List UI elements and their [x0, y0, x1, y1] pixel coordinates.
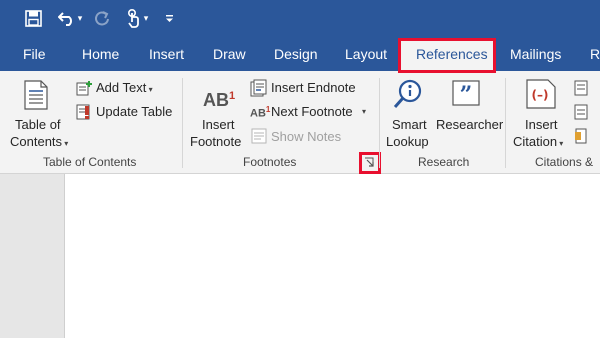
undo-button[interactable]: ▾ — [54, 5, 86, 31]
svg-text:(–): (–) — [532, 88, 549, 102]
undo-dropdown-icon[interactable]: ▾ — [78, 13, 83, 24]
tab-mailings[interactable]: Mailings — [510, 44, 561, 64]
group-separator — [379, 78, 380, 168]
insert-citation-label-line2: Citation ▾ — [513, 134, 564, 149]
researcher-label: Researcher — [436, 117, 504, 132]
document-margin — [0, 174, 65, 338]
chevron-down-icon: ▾ — [146, 85, 153, 94]
insert-endnote-icon — [250, 79, 267, 97]
update-table-label: Update Table — [96, 104, 173, 119]
add-text-icon — [76, 81, 92, 96]
customize-qat-icon — [165, 14, 173, 22]
style-icon[interactable] — [574, 104, 590, 120]
chevron-down-icon: ▾ — [557, 139, 564, 148]
update-table-icon — [76, 104, 90, 120]
tab-draw[interactable]: Draw — [213, 44, 246, 64]
toc-label-line2: Contents ▾ — [10, 134, 69, 149]
table-of-contents-group-label: Table of Contents — [43, 155, 137, 169]
document-page[interactable] — [65, 174, 600, 338]
insert-citation-icon: (–) — [526, 79, 556, 109]
touch-mode-button[interactable]: ▾ — [120, 5, 154, 31]
citations-group-label: Citations & — [535, 155, 594, 169]
next-footnote-label: Next Footnote — [271, 104, 353, 119]
research-group-label: Research — [418, 155, 470, 169]
group-separator — [182, 78, 183, 168]
smart-lookup-label-line1: Smart — [392, 117, 427, 132]
manage-sources-icon[interactable] — [574, 80, 590, 96]
tab-design[interactable]: Design — [274, 44, 318, 64]
researcher-icon: ” — [452, 80, 480, 106]
save-button[interactable] — [22, 5, 44, 31]
footnotes-dialog-launcher-icon[interactable] — [364, 157, 375, 168]
insert-footnote-label-line1: Insert — [202, 117, 235, 132]
insert-endnote-label: Insert Endnote — [271, 80, 356, 95]
tab-review[interactable]: R — [590, 44, 600, 64]
touch-mode-icon — [127, 8, 139, 28]
chevron-down-icon: ▾ — [62, 139, 69, 148]
title-bar — [0, 0, 600, 36]
touch-mode-dropdown-icon[interactable]: ▾ — [144, 13, 149, 24]
smart-lookup-label-line2: Lookup — [386, 134, 429, 149]
next-footnote-icon: AB1 — [250, 105, 271, 120]
bibliography-icon[interactable] — [574, 128, 590, 144]
insert-footnote-icon: AB1 — [203, 90, 236, 110]
show-notes-icon — [251, 128, 267, 144]
insert-footnote-label-line2: Footnote — [190, 134, 242, 149]
tab-insert[interactable]: Insert — [149, 44, 184, 64]
save-icon — [24, 9, 42, 27]
customize-qat-button[interactable] — [162, 5, 176, 31]
redo-button[interactable] — [92, 5, 112, 31]
tab-file[interactable]: File — [23, 44, 46, 64]
smart-lookup-icon — [393, 79, 422, 108]
redo-icon — [95, 11, 109, 26]
add-text-label: Add Text ▾ — [96, 80, 153, 95]
svg-text:”: ” — [460, 82, 473, 106]
table-of-contents-icon — [24, 80, 48, 110]
tab-layout[interactable]: Layout — [345, 44, 387, 64]
show-notes-label: Show Notes — [271, 129, 342, 144]
next-footnote-dropdown-icon[interactable]: ▾ — [362, 104, 366, 120]
toc-label-line1: Table of — [15, 117, 61, 132]
tab-references[interactable]: References — [416, 44, 488, 64]
footnotes-group-label: Footnotes — [243, 155, 297, 169]
tab-home[interactable]: Home — [82, 44, 119, 64]
insert-citation-label-line1: Insert — [525, 117, 558, 132]
group-separator — [505, 78, 506, 168]
undo-icon — [57, 12, 72, 26]
